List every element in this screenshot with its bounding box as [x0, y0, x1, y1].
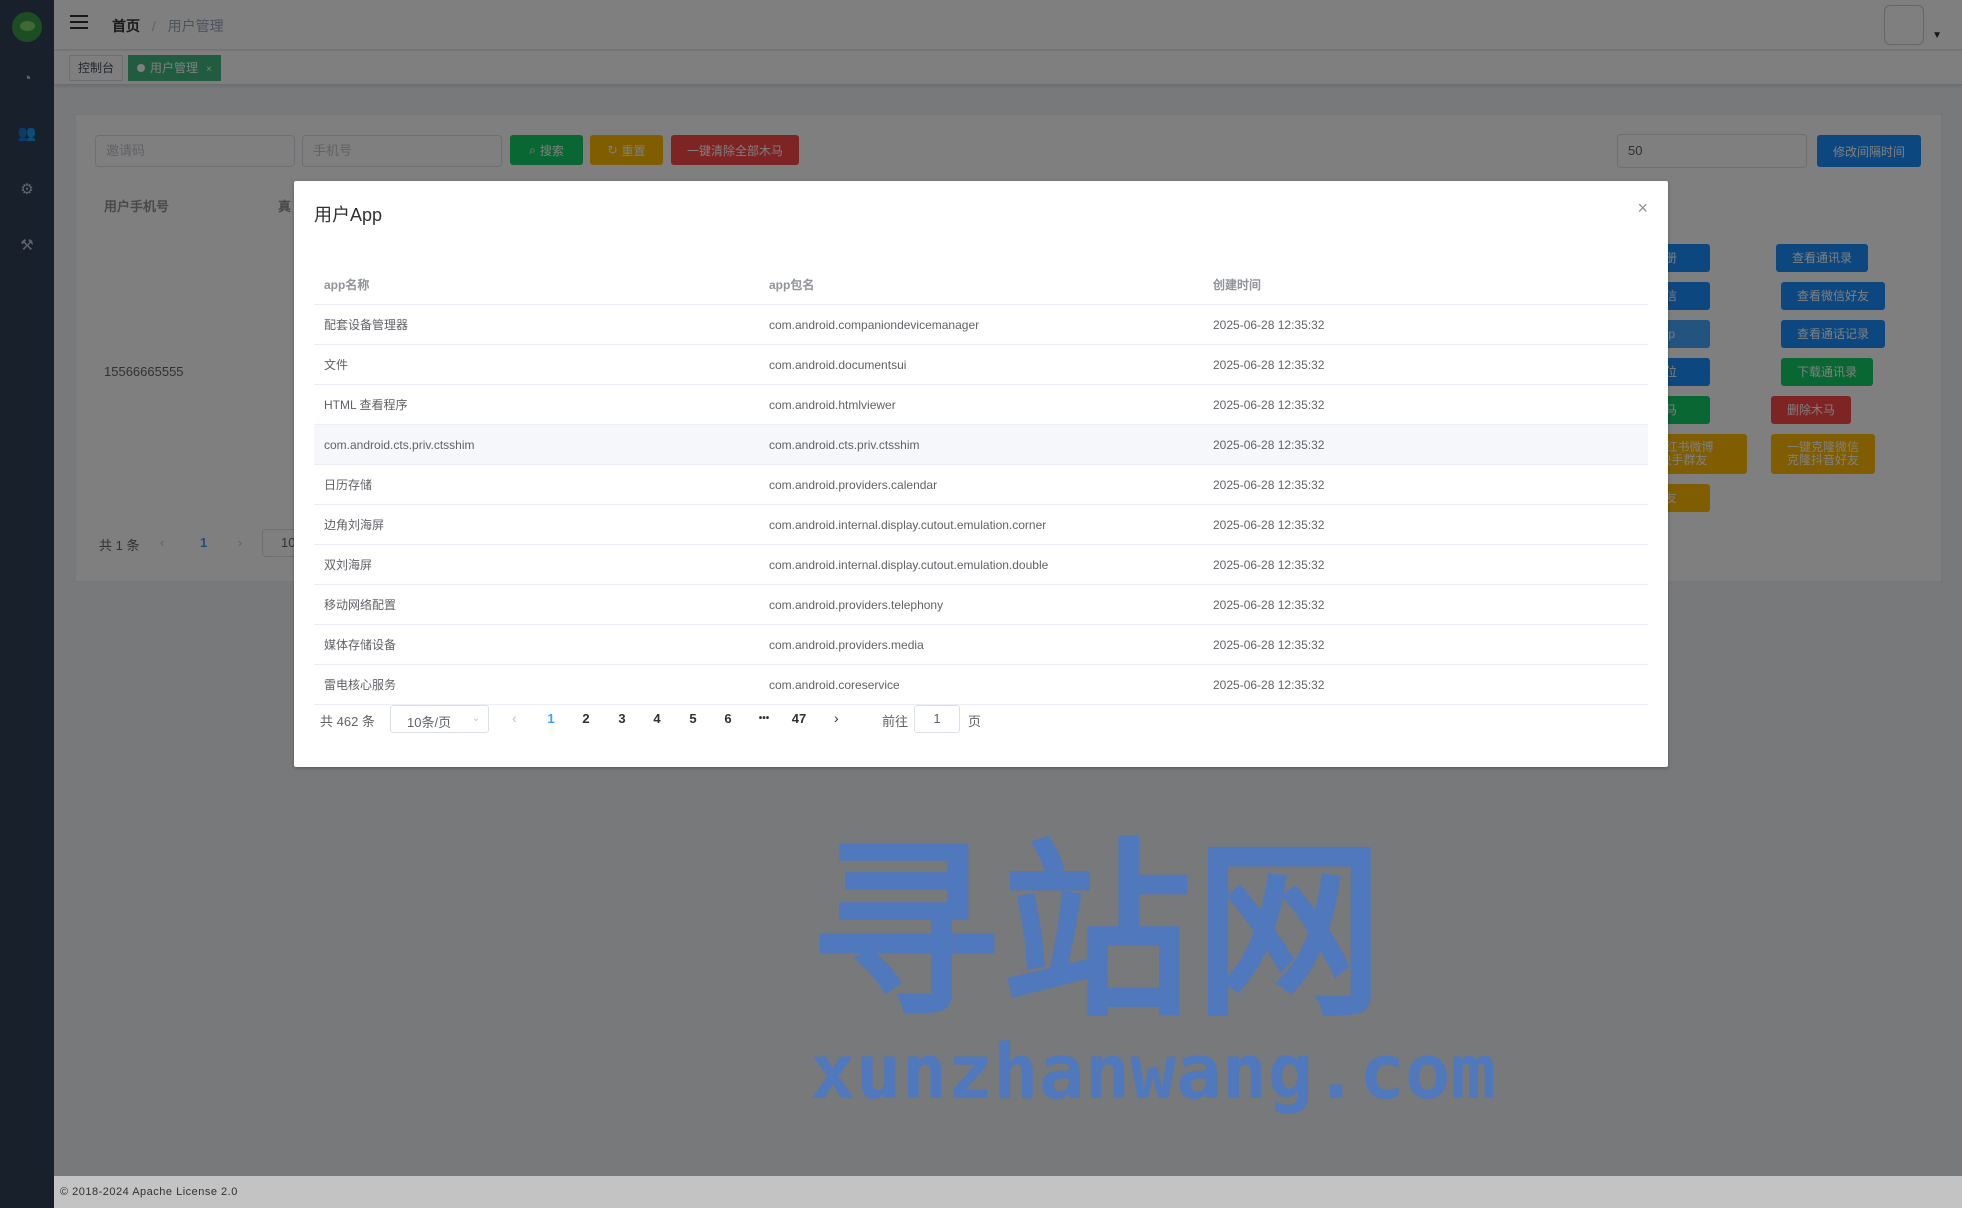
- column-header-created: 创建时间: [1213, 278, 1262, 292]
- dialog-title: 用户App: [314, 205, 383, 225]
- page-size-value: 10条/页: [407, 715, 452, 730]
- app-created-cell: 2025-06-28 12:35:32: [1213, 518, 1325, 532]
- app-name-cell: 日历存储: [324, 478, 373, 492]
- app-package-cell: com.android.internal.display.cutout.emul…: [769, 518, 1047, 532]
- table-row: 配套设备管理器 com.android.companiondevicemanag…: [314, 305, 1648, 345]
- app-package-cell: com.android.internal.display.cutout.emul…: [769, 558, 1049, 572]
- app-package-cell: com.android.htmlviewer: [769, 398, 896, 412]
- pager-goto-input[interactable]: 1: [914, 705, 960, 733]
- table-row: 双刘海屏 com.android.internal.display.cutout…: [314, 545, 1648, 585]
- watermark: 寻站网 xunzhanwang.com: [810, 822, 1497, 1116]
- table-row: 移动网络配置 com.android.providers.telephony 2…: [314, 585, 1648, 625]
- app-created-cell: 2025-06-28 12:35:32: [1213, 478, 1325, 492]
- watermark-en: xunzhanwang.com: [810, 1027, 1497, 1116]
- table-row: 媒体存储设备 com.android.providers.media 2025-…: [314, 625, 1648, 665]
- app-created-cell: 2025-06-28 12:35:32: [1213, 358, 1325, 372]
- pager-page-suffix: 页: [968, 714, 982, 729]
- footer: © 2018-2024 Apache License 2.0: [54, 1176, 1962, 1208]
- app-name-cell: 边角刘海屏: [324, 518, 385, 532]
- app-package-cell: com.android.providers.telephony: [769, 598, 944, 612]
- chevron-down-icon: ⌄: [471, 713, 480, 724]
- table-row: com.android.cts.priv.ctsshim com.android…: [314, 425, 1648, 465]
- table-row: HTML 查看程序 com.android.htmlviewer 2025-06…: [314, 385, 1648, 425]
- app-name-cell: HTML 查看程序: [324, 398, 408, 412]
- pager-ellipsis[interactable]: •••: [749, 713, 779, 724]
- pager-goto-label: 前往: [882, 714, 909, 729]
- app-name-cell: 配套设备管理器: [324, 318, 409, 332]
- app-created-cell: 2025-06-28 12:35:32: [1213, 598, 1325, 612]
- app-created-cell: 2025-06-28 12:35:32: [1213, 438, 1325, 452]
- pager-page[interactable]: 47: [784, 711, 814, 726]
- app-package-cell: com.android.cts.priv.ctsshim: [769, 438, 920, 452]
- pager-page[interactable]: 6: [713, 711, 743, 726]
- app-name-cell: 双刘海屏: [324, 558, 373, 572]
- app-name-cell: 移动网络配置: [324, 598, 397, 612]
- app-created-cell: 2025-06-28 12:35:32: [1213, 398, 1325, 412]
- table-row: 日历存储 com.android.providers.calendar 2025…: [314, 465, 1648, 505]
- app-created-cell: 2025-06-28 12:35:32: [1213, 678, 1325, 692]
- app-package-cell: com.android.providers.media: [769, 638, 924, 652]
- app-name-cell: 雷电核心服务: [324, 678, 397, 692]
- app-name-cell: com.android.cts.priv.ctsshim: [324, 438, 475, 452]
- pager-page[interactable]: 3: [607, 711, 637, 726]
- pager-page[interactable]: 1: [536, 711, 566, 726]
- app-package-cell: com.android.coreservice: [769, 678, 900, 692]
- table-header: app名称 app包名 创建时间: [314, 265, 1648, 305]
- column-header-package: app包名: [769, 278, 815, 292]
- app-package-cell: com.android.companiondevicemanager: [769, 318, 980, 332]
- column-header-app-name: app名称: [324, 278, 370, 292]
- table-row: 边角刘海屏 com.android.internal.display.cutou…: [314, 505, 1648, 545]
- app-name-cell: 媒体存储设备: [324, 638, 397, 652]
- app-created-cell: 2025-06-28 12:35:32: [1213, 558, 1325, 572]
- app-package-cell: com.android.providers.calendar: [769, 478, 938, 492]
- app-created-cell: 2025-06-28 12:35:32: [1213, 638, 1325, 652]
- pager-page[interactable]: 4: [642, 711, 672, 726]
- pager-page[interactable]: 5: [678, 711, 708, 726]
- page-size-select[interactable]: 10条/页 ⌄: [390, 705, 489, 733]
- app-table: app名称 app包名 创建时间 配套设备管理器 com.android.com…: [314, 265, 1648, 705]
- table-row: 文件 com.android.documentsui 2025-06-28 12…: [314, 345, 1648, 385]
- chevron-right-icon[interactable]: ›: [834, 710, 839, 726]
- app-package-cell: com.android.documentsui: [769, 358, 907, 372]
- app-created-cell: 2025-06-28 12:35:32: [1213, 318, 1325, 332]
- pager-page[interactable]: 2: [571, 711, 601, 726]
- watermark-cn: 寻站网: [810, 822, 1387, 1043]
- user-app-dialog: 用户App × app名称 app包名 创建时间 配套设备管理器 com.and…: [294, 181, 1668, 767]
- app-name-cell: 文件: [324, 358, 349, 372]
- close-icon[interactable]: ×: [1637, 199, 1648, 217]
- table-row: 雷电核心服务 com.android.coreservice 2025-06-2…: [314, 665, 1648, 705]
- pager-total: 共 462 条: [320, 714, 375, 729]
- chevron-left-icon[interactable]: ‹: [512, 710, 517, 726]
